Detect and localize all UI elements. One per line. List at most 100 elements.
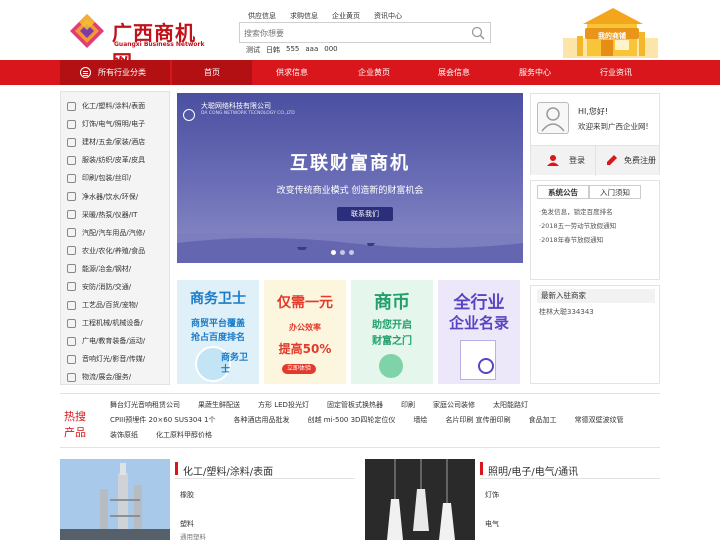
toplink-purchase[interactable]: 求购信息 — [290, 11, 318, 21]
tab-system-notice[interactable]: 系统公告 — [537, 185, 589, 199]
hero-banner[interactable]: 大聪网络科技有限公司 DA CONG NETWORK TECNOLOGY CO.… — [177, 93, 523, 263]
my-shop-button[interactable]: 我的商铺 — [563, 6, 658, 58]
category-item[interactable]: 能源/冶金/钢材/ — [61, 260, 169, 278]
hotword[interactable]: 555 — [286, 45, 299, 55]
section-link[interactable]: 电气 — [485, 519, 499, 529]
tile-line: 企业名录 — [448, 314, 509, 332]
banner-dot[interactable] — [331, 250, 336, 255]
login-button[interactable]: 登录 — [569, 155, 585, 166]
category-item[interactable]: 净水器/饮水/环保/ — [61, 187, 169, 205]
top-links: 供应信息 求购信息 企业黄页 资讯中心 — [248, 11, 402, 21]
hotword[interactable]: 日韩 — [266, 45, 280, 55]
nav-yellowpages[interactable]: 企业黄页 — [334, 60, 414, 85]
promo-tile-directory[interactable]: 全行业 企业名录 — [438, 280, 520, 384]
section-accent-bar — [175, 462, 178, 475]
hot-product-link[interactable]: 常德双壁波纹管 — [575, 415, 624, 425]
category-item[interactable]: 汽配/汽车用品/汽修/ — [61, 224, 169, 242]
nav-service[interactable]: 服务中心 — [495, 60, 575, 85]
merchant-item[interactable]: 桂林大聪334343 — [539, 307, 594, 317]
category-icon — [67, 137, 76, 147]
category-icon — [67, 101, 76, 111]
section-accent-bar — [480, 462, 483, 475]
hot-product-link[interactable]: 名片印刷 宣传册印刷 — [445, 415, 510, 425]
notice-item[interactable]: ·2018年春节放假通知 — [539, 233, 616, 247]
all-categories-button[interactable]: 所有行业分类 — [60, 60, 170, 85]
register-button[interactable]: 免费注册 — [624, 155, 656, 166]
section-title[interactable]: 化工/塑料/涂料/表面 — [183, 463, 273, 478]
promo-tile-one-yuan[interactable]: 仅需一元 办公效率 提高50% 立即体验 — [264, 280, 346, 384]
category-icon — [67, 210, 76, 220]
section-title[interactable]: 照明/电子/电气/通讯 — [488, 463, 578, 478]
user-avatar-icon — [541, 107, 565, 132]
hot-product-link[interactable]: 印刷 — [401, 400, 415, 410]
hot-product-link[interactable]: 墙绘 — [413, 415, 427, 425]
chemical-plant-image[interactable] — [60, 459, 170, 540]
category-item[interactable]: 化工/塑料/涂料/表面 — [61, 97, 169, 115]
user-icon — [547, 155, 559, 166]
category-item[interactable]: 工艺品/百货/宠物/ — [61, 296, 169, 314]
section-link[interactable]: 灯饰 — [485, 490, 499, 500]
category-icon — [67, 318, 76, 328]
hotword[interactable]: 000 — [324, 45, 337, 55]
tile-title: 仅需一元 — [277, 295, 333, 311]
contact-us-button[interactable]: 联系我们 — [337, 207, 393, 221]
tile-badge-label: 商务卫士 — [221, 353, 249, 375]
category-item[interactable]: 印刷/包装/丝印/ — [61, 169, 169, 187]
section-link[interactable]: 橡胶 — [180, 490, 194, 500]
category-item[interactable]: 灯饰/电气/照明/电子 — [61, 115, 169, 133]
hot-product-link[interactable]: 固定管板式换热器 — [327, 400, 383, 410]
banner-headline: 互联财富商机 — [290, 153, 410, 174]
category-item[interactable]: 音响灯光/影音/传媒/ — [61, 350, 169, 368]
hot-product-link[interactable]: 舞台灯光音响租赁公司 — [110, 400, 180, 410]
category-item[interactable]: 建材/五金/家装/酒店 — [61, 133, 169, 151]
new-merchants-title: 最新入驻商家 — [537, 289, 655, 303]
pendant-lamps-image[interactable] — [365, 459, 475, 540]
nav-exhibition[interactable]: 展会信息 — [414, 60, 494, 85]
hot-product-link[interactable]: 各种酒店用品批发 — [233, 415, 289, 425]
category-item[interactable]: 农业/农化/养殖/食品 — [61, 242, 169, 260]
edit-icon — [607, 155, 617, 165]
category-item[interactable]: 采暖/热泵/仪器/IT — [61, 206, 169, 224]
section-link[interactable]: 塑料 — [180, 519, 194, 529]
hot-product-link[interactable]: 家庭公司装修 — [433, 400, 475, 410]
section-chemical: 化工/塑料/涂料/表面 橡胶 塑料 通用塑料 — [60, 459, 355, 541]
search-icon[interactable] — [471, 26, 485, 40]
toplink-news[interactable]: 资讯中心 — [374, 11, 402, 21]
category-item[interactable]: 物流/展会/服务/ — [61, 368, 169, 386]
nav-news[interactable]: 行业资讯 — [576, 60, 656, 85]
hot-product-link[interactable]: 创越 mi-500 3D四轮定位仪 — [307, 415, 395, 425]
hotword[interactable]: aaa — [305, 45, 318, 55]
hot-product-link[interactable]: 果蔬生鲜配送 — [198, 400, 240, 410]
nav-supply[interactable]: 供求信息 — [252, 60, 332, 85]
search-input[interactable] — [244, 26, 464, 40]
site-logo[interactable]: 广西商机网 Guangxi Business Network — [68, 10, 208, 74]
tile-line: 办公效率 — [289, 323, 321, 332]
promo-tile-business-guard[interactable]: 商务卫士 商贸平台覆盖 抢占百度排名 商务卫士 — [177, 280, 259, 384]
category-icon — [67, 173, 76, 183]
banner-dot[interactable] — [340, 250, 345, 255]
category-item[interactable]: 广电/教育装备/运动/ — [61, 332, 169, 350]
nav-home[interactable]: 首页 — [172, 60, 252, 85]
hot-product-link[interactable]: 化工原料甲醇价格 — [156, 430, 212, 440]
toplink-yellowpages[interactable]: 企业黄页 — [332, 11, 360, 21]
category-item[interactable]: 安防/消防/交通/ — [61, 278, 169, 296]
notice-item[interactable]: ·免发信息，锁定百度排名 — [539, 205, 616, 219]
hot-product-link[interactable]: CPIII预埋件 20×60 SUS304 1个 — [110, 415, 215, 425]
banner-sea-illustration — [177, 233, 523, 263]
search-box — [239, 22, 491, 43]
category-item[interactable]: 工程机械/机械设备/ — [61, 314, 169, 332]
tab-beginner-guide[interactable]: 入门须知 — [589, 185, 641, 199]
promo-tile-coins[interactable]: 商币 助您开启 财富之门 — [351, 280, 433, 384]
banner-dot[interactable] — [349, 250, 354, 255]
category-icon — [67, 155, 76, 165]
hotword[interactable]: 测试 — [246, 45, 260, 55]
hot-product-link[interactable]: 装饰原纸 — [110, 430, 138, 440]
category-item[interactable]: 服装/纺织/皮革/皮具 — [61, 151, 169, 169]
toplink-supply[interactable]: 供应信息 — [248, 11, 276, 21]
tile-line: 商贸平台覆盖 — [190, 319, 245, 329]
avatar — [537, 102, 569, 134]
notice-item[interactable]: ·2018五一劳动节放假通知 — [539, 219, 616, 233]
hot-product-link[interactable]: 太阳能路灯 — [493, 400, 528, 410]
hot-product-link[interactable]: 方形 LED投光灯 — [258, 400, 309, 410]
hot-product-link[interactable]: 食品加工 — [529, 415, 557, 425]
